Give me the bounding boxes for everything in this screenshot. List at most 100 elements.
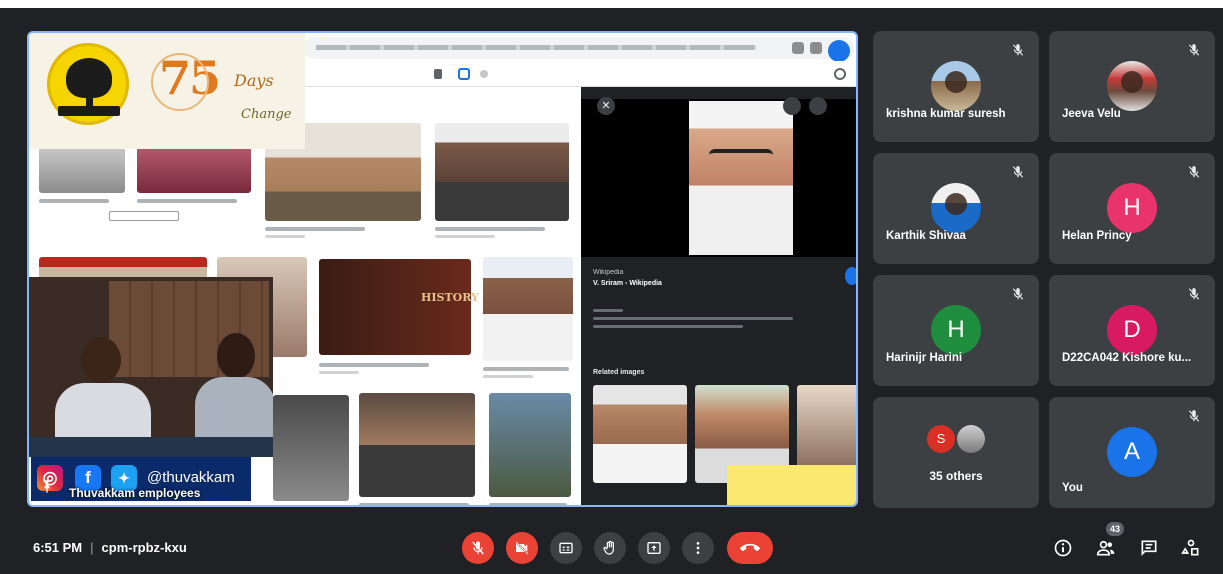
raise-hand-button[interactable] <box>594 532 626 564</box>
lens-icon <box>458 68 470 80</box>
result-image[interactable] <box>483 257 573 361</box>
result-image[interactable] <box>489 393 571 497</box>
pin-icon[interactable] <box>39 479 57 501</box>
mic-off-icon <box>1012 288 1024 300</box>
thuvakkam-tree-logo <box>47 43 129 125</box>
participant-name: You <box>1062 482 1083 494</box>
participant-name: krishna kumar suresh <box>886 108 1006 120</box>
yellow-overlay <box>727 465 856 505</box>
participant-name: Jeeva Velu <box>1062 108 1121 120</box>
presentation-screen[interactable]: HISTORY 75 Days Change ✕ Wikipedia V. Sr… <box>27 31 858 507</box>
captions-button[interactable] <box>550 532 582 564</box>
more-vert-icon[interactable] <box>809 97 827 115</box>
result-image[interactable] <box>359 393 475 497</box>
participant-tile-others[interactable]: S 35 others <box>873 397 1039 508</box>
result-caption <box>435 227 545 231</box>
chat-button[interactable] <box>1138 537 1160 559</box>
share-icon <box>792 42 804 54</box>
meeting-details-button[interactable] <box>1052 537 1074 559</box>
mic-toggle-button[interactable] <box>462 532 494 564</box>
result-source <box>265 235 305 238</box>
preview-text-line <box>593 317 793 320</box>
social-handle: @thuvakkam <box>147 469 235 486</box>
result-image[interactable] <box>137 147 251 193</box>
close-icon[interactable]: ✕ <box>597 97 615 115</box>
camera-off-icon <box>515 541 529 555</box>
result-caption <box>39 199 109 203</box>
related-image[interactable] <box>593 385 687 483</box>
meeting-code[interactable]: cpm-rpbz-kxu <box>102 540 187 555</box>
hand-icon <box>603 540 614 555</box>
end-call-button[interactable] <box>727 532 773 564</box>
image-preview-panel: ✕ Wikipedia V. Sriram - Wikipedia Relate… <box>581 87 856 505</box>
mic-off-icon <box>1012 44 1024 56</box>
address-text <box>316 45 756 50</box>
logo-change-text: Change <box>241 107 292 122</box>
result-image[interactable] <box>39 147 125 193</box>
avatar-photo <box>957 425 985 453</box>
search-toolbar <box>304 61 856 87</box>
captions-icon <box>559 542 573 554</box>
result-caption <box>483 367 569 371</box>
preview-image[interactable] <box>689 101 793 255</box>
result-caption <box>359 503 469 505</box>
participant-name: Helan Princy <box>1062 230 1132 242</box>
preview-text-line <box>593 325 743 328</box>
search-icon <box>480 70 488 78</box>
avatar <box>1107 61 1157 111</box>
avatar <box>931 183 981 233</box>
activities-button[interactable] <box>1180 537 1202 559</box>
people-icon <box>1096 540 1115 556</box>
avatar <box>931 61 981 111</box>
mic-off-icon <box>1188 166 1200 178</box>
result-caption <box>137 199 237 203</box>
mic-search-icon <box>434 69 442 79</box>
participant-tile[interactable]: H Harinijr Harini <box>873 275 1039 386</box>
presenter-name: Thuvakkam employees <box>69 486 201 500</box>
avatar: A <box>1107 427 1157 477</box>
meeting-controls-bar: 6:51 PM | cpm-rpbz-kxu 43 <box>0 518 1223 574</box>
participant-tile[interactable]: D D22CA042 Kishore ku... <box>1049 275 1215 386</box>
avatar: H <box>1107 183 1157 233</box>
present-button[interactable] <box>638 532 670 564</box>
result-caption <box>489 503 567 505</box>
people-button[interactable] <box>1095 537 1117 559</box>
speaker-video <box>29 277 273 457</box>
more-options-button[interactable] <box>682 532 714 564</box>
result-image[interactable] <box>273 395 349 501</box>
participant-tile[interactable]: Jeeva Velu <box>1049 31 1215 142</box>
avatar: S <box>927 425 955 453</box>
participant-tile[interactable]: H Helan Princy <box>1049 153 1215 264</box>
preview-text-line <box>593 309 623 312</box>
result-source <box>483 375 533 378</box>
share-icon[interactable] <box>783 97 801 115</box>
end-call-icon <box>740 543 760 552</box>
participant-name: Karthik Shivaa <box>886 230 966 242</box>
info-icon <box>1054 539 1072 557</box>
preview-info: Wikipedia V. Sriram - Wikipedia <box>593 269 662 287</box>
camera-toggle-button[interactable] <box>506 532 538 564</box>
preview-title[interactable]: V. Sriram - Wikipedia <box>593 280 662 287</box>
result-caption <box>265 227 365 231</box>
result-image-text: HISTORY <box>421 291 479 304</box>
participant-tile-self[interactable]: A You <box>1049 397 1215 508</box>
mic-off-icon <box>1188 44 1200 56</box>
tooltip <box>109 211 179 221</box>
participant-tile[interactable]: Karthik Shivaa <box>873 153 1039 264</box>
participant-name: Harinijr Harini <box>886 352 963 364</box>
related-images-label: Related images <box>593 369 645 376</box>
participant-name: D22CA042 Kishore ku... <box>1062 352 1192 364</box>
thuvakkam-logo-banner: 75 Days Change <box>29 33 305 149</box>
audio-indicator-icon <box>828 40 850 62</box>
scroll-handle[interactable] <box>845 267 856 285</box>
mic-off-icon <box>472 541 484 555</box>
chat-icon <box>1141 540 1157 556</box>
result-image[interactable] <box>435 123 569 221</box>
activities-icon <box>1181 539 1199 556</box>
mic-off-icon <box>1188 410 1200 422</box>
participant-tile[interactable]: krishna kumar suresh <box>873 31 1039 142</box>
meet-window: HISTORY 75 Days Change ✕ Wikipedia V. Sr… <box>0 8 1223 574</box>
result-image[interactable] <box>319 259 471 355</box>
mic-off-icon <box>1188 288 1200 300</box>
settings-gear-icon <box>834 68 846 80</box>
